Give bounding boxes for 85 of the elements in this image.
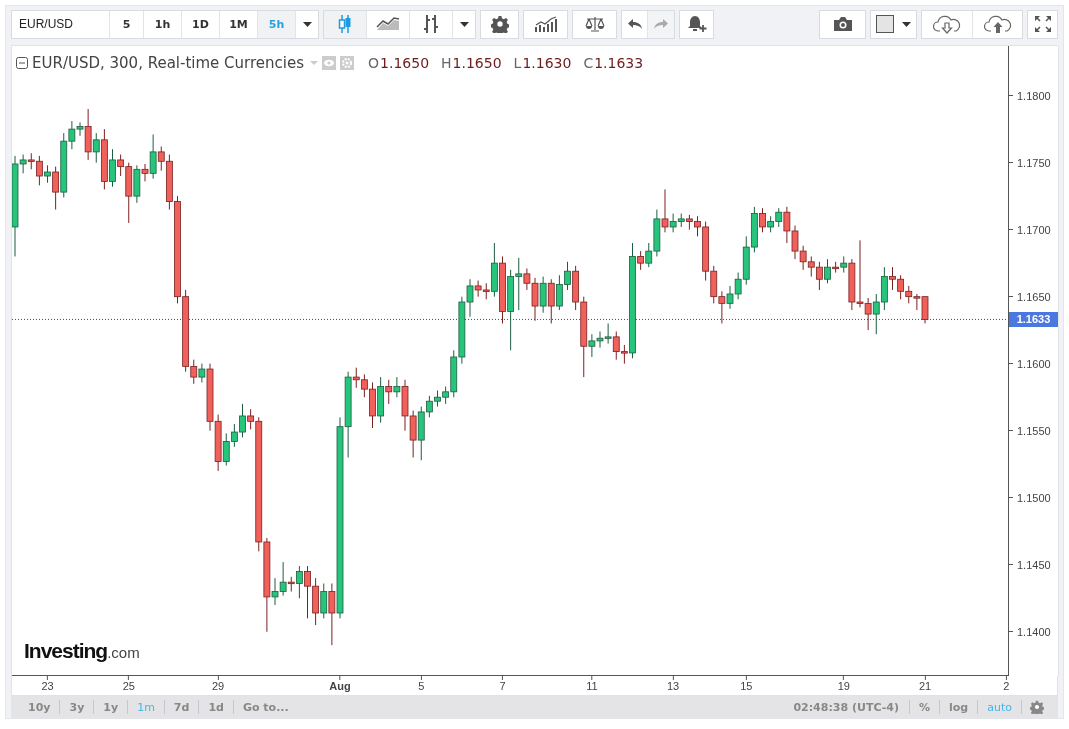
date-label: 11 (586, 679, 598, 692)
date-label: 5 (418, 679, 425, 692)
scale-option-button[interactable]: log (940, 700, 978, 714)
ohlc-label: L (513, 54, 522, 71)
gear-icon (340, 55, 354, 70)
price-label: 1.1750 (1017, 156, 1051, 169)
ohlc-value: 1.1633 (594, 54, 644, 71)
redo-arrow-icon (653, 18, 669, 31)
candlestick (385, 379, 393, 405)
settings-icon (1030, 700, 1044, 714)
candlestick (328, 582, 336, 646)
candlestick (393, 376, 401, 398)
price-label: 1.1400 (1017, 625, 1051, 638)
bar-chart-icon (422, 14, 440, 35)
candlestick (198, 363, 206, 383)
price-label: 1.1600 (1017, 357, 1051, 370)
range-button[interactable]: 1m (128, 700, 164, 714)
logo-suffix: .com (107, 643, 140, 661)
candlestick (637, 250, 645, 271)
eye-icon (322, 55, 336, 70)
date-label: 7 (499, 679, 506, 692)
indicators-icon (533, 16, 558, 33)
last-price-badge: 1.1633 (1009, 311, 1058, 327)
fullscreen-icon (1033, 15, 1052, 34)
balance-scale-icon (584, 16, 605, 33)
ohlc-value: 1.1650 (452, 54, 502, 71)
interval-button[interactable]: 5h (258, 11, 296, 38)
caret-icon (902, 21, 911, 27)
ohlc-label: C (583, 54, 594, 71)
candlestick (824, 258, 831, 284)
price-label: 1.1500 (1017, 491, 1051, 504)
date-label: 23 (41, 679, 54, 692)
candlestick (661, 188, 669, 233)
camera-icon (832, 16, 853, 33)
logo-text: Investing (24, 638, 108, 663)
price-label: 1.1700 (1017, 223, 1051, 236)
ohlc-value: 1.1650 (380, 54, 430, 71)
caret-icon (302, 21, 312, 27)
candlestick-icon (337, 14, 353, 35)
ohlc-label: H (441, 54, 452, 71)
candlestick (759, 207, 766, 233)
date-label: 25 (122, 679, 135, 692)
date-label: 15 (740, 679, 753, 692)
range-button[interactable]: 10y (19, 700, 60, 714)
symbol-text: EUR/USD (19, 17, 73, 32)
date-label: Aug (329, 679, 351, 692)
candlestick (149, 133, 157, 180)
candlestick (295, 565, 303, 599)
chart-title: EUR/USD, 300, Real-time Currencies (32, 53, 304, 72)
cloud-upload-icon (983, 14, 1012, 35)
date-label: 19 (837, 679, 850, 692)
bell-plus-icon (686, 15, 707, 34)
undo-arrow-icon (626, 18, 643, 31)
price-label: 1.1800 (1017, 89, 1051, 102)
price-label: 1.1550 (1017, 424, 1051, 437)
price-label: 1.1450 (1017, 558, 1051, 571)
date-label: 2 (1003, 679, 1010, 692)
candlestick (141, 163, 149, 182)
candlestick (52, 166, 60, 210)
go-to-button[interactable]: Go to... (233, 700, 298, 714)
ohlc-value: 1.1630 (522, 54, 572, 71)
candlestick (539, 276, 547, 314)
candlestick (109, 148, 116, 188)
date-label: 29 (212, 679, 225, 692)
color-swatch-icon (876, 15, 894, 34)
range-button[interactable]: 3y (60, 700, 94, 714)
range-button[interactable]: 1y (94, 700, 128, 714)
caret-icon (459, 21, 469, 27)
date-label: 13 (667, 679, 680, 692)
clock-text: 02:48:38 (UTC-4) (793, 700, 900, 714)
area-chart-icon (376, 17, 400, 32)
date-label: 21 (918, 679, 932, 692)
scale-option-button[interactable]: % (910, 700, 940, 714)
settings-icon (490, 15, 509, 34)
range-button[interactable]: 7d (164, 700, 199, 714)
candlestick (320, 582, 328, 619)
candlestick (92, 132, 100, 164)
collapse-icon (16, 56, 28, 69)
caret-icon (310, 60, 318, 65)
candlestick (547, 278, 555, 324)
range-button[interactable]: 1d (199, 700, 233, 714)
cloud-download-icon (933, 14, 961, 35)
price-label: 1.1650 (1017, 290, 1051, 303)
ohlc-label: O (368, 54, 380, 71)
scale-option-button[interactable]: auto (978, 700, 1021, 714)
